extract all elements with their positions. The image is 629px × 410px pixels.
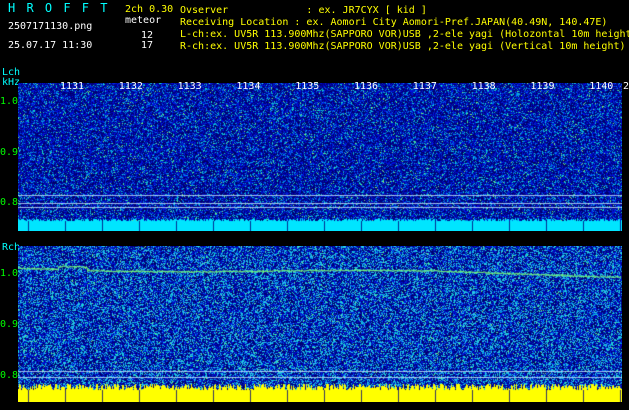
rch-count: 17 (141, 40, 154, 51)
location-line: Receiving Location : ex. Aomori City Aom… (180, 17, 608, 28)
datetime-label: 25.07.17 11:30 (8, 40, 93, 51)
lch-ytick-2: 0.9 (0, 147, 19, 158)
lch-time-tick: 1136 (354, 81, 379, 92)
lch-spectrogram (18, 83, 622, 231)
lch-time-tick: 1133 (177, 81, 202, 92)
lch-ytick-1: 1.0 (0, 96, 19, 107)
filename-label: 2507171130.png (8, 21, 93, 32)
rch-spectrogram (18, 246, 622, 402)
observer-line: Ovserver : ex. JR7CYX [ kid ] (180, 5, 427, 16)
lch-ytick-3: 0.8 (0, 197, 19, 208)
lch-time-tick: 1138 (471, 81, 496, 92)
rch-ytick-2: 0.9 (0, 319, 19, 330)
lch-edge-label: 2 (623, 81, 629, 92)
lch-time-tick: 1135 (295, 81, 320, 92)
lch-time-tick: 1134 (236, 81, 261, 92)
lch-time-tick: 1140 (589, 81, 614, 92)
rch-receiver-line: R-ch:ex. UV5R 113.900Mhz(SAPPORO VOR)USB… (180, 41, 626, 52)
mode-label: meteor (125, 15, 162, 26)
version-label: 2ch 0.30 (125, 4, 174, 15)
rch-ytick-3: 0.8 (0, 370, 19, 381)
lch-time-tick: 1137 (412, 81, 437, 92)
lch-time-tick: 1139 (530, 81, 555, 92)
lch-time-tick: 1131 (60, 81, 85, 92)
lch-time-tick: 1132 (118, 81, 143, 92)
lch-receiver-line: L-ch:ex. UV5R 113.900Mhz(SAPPORO VOR)USB… (180, 29, 629, 40)
rch-ytick-1: 1.0 (0, 268, 19, 279)
app-title: H R O F F T (8, 1, 110, 15)
